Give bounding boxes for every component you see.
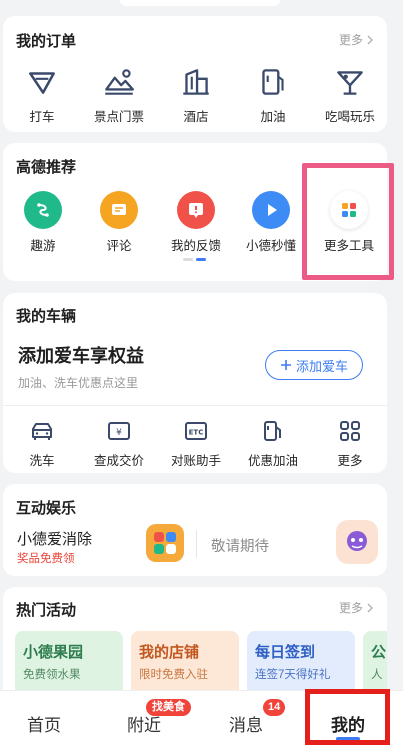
entertainment-card: 互动娱乐 小德爱消除 奖品免费领 敬请期待 (3, 484, 387, 576)
orders-more-link[interactable]: 更多 (339, 31, 375, 48)
activity-subtitle: 限时免费入驻 (139, 669, 208, 681)
order-item-tickets[interactable]: 景点门票 (83, 64, 155, 125)
recommend-item-label: 小德秒懂 (245, 239, 296, 253)
order-item-label: 吃喝玩乐 (324, 110, 375, 124)
feedback-icon (177, 191, 215, 229)
scenic-mountain-icon (105, 69, 134, 95)
plus-icon (280, 360, 291, 370)
game-tag: 奖品免费领 (17, 553, 75, 565)
activity-title: 每日签到 (255, 644, 316, 661)
recommend-title: 高德推荐 (16, 159, 77, 176)
vehicle-card: 我的车辆 添加爱车享权益 加油、洗车优惠点这里 添加爱车 洗车 ¥ 查成交价 E… (3, 293, 387, 473)
fuel-discount-icon (264, 421, 281, 441)
activities-more-link[interactable]: 更多 (339, 599, 375, 616)
recommend-item-label: 我的反馈 (170, 239, 221, 253)
highlight-box-more-tools (302, 163, 394, 280)
vehicle-tool-label: 更多 (337, 454, 363, 468)
chevron-right-icon (367, 603, 373, 612)
recommend-item-trip[interactable]: 趣游 (7, 191, 79, 254)
cocktail-icon (337, 71, 363, 95)
divider (196, 530, 197, 558)
entertainment-title: 互动娱乐 (16, 500, 77, 517)
activities-more-label: 更多 (338, 601, 363, 615)
orders-title: 我的订单 (16, 33, 77, 50)
vehicle-tool-more[interactable]: 更多 (314, 417, 386, 469)
recommend-item-explainer[interactable]: 小德秒懂 (235, 191, 307, 254)
activity-title: 小德果园 (23, 644, 84, 661)
etc-icon: ETC (185, 422, 207, 440)
orders-more-label: 更多 (338, 33, 363, 47)
vehicle-tool-label: 对账助手 (170, 454, 221, 468)
recommend-item-comment[interactable]: 评论 (83, 191, 155, 254)
order-item-leisure[interactable]: 吃喝玩乐 (314, 64, 386, 125)
order-item-label: 加油 (260, 110, 286, 124)
order-item-fuel[interactable]: 加油 (237, 64, 309, 125)
taxi-flag-icon (29, 72, 55, 94)
vehicle-tool-etc[interactable]: ETC 对账助手 (160, 417, 232, 469)
order-item-label: 打车 (29, 110, 55, 124)
recommend-item-feedback[interactable]: 我的反馈 (160, 191, 232, 254)
vehicle-title: 我的车辆 (16, 308, 77, 325)
vehicle-tool-label: 洗车 (29, 454, 55, 468)
divider (3, 405, 387, 406)
vehicle-tool-fuel-discount[interactable]: 优惠加油 (237, 417, 309, 469)
recommend-item-label: 趣游 (30, 239, 56, 253)
comment-icon (100, 191, 138, 229)
nearby-badge: 找美食 (146, 699, 191, 716)
route-icon (24, 191, 62, 229)
message-count-badge: 14 (263, 699, 286, 716)
price-tag-icon: ¥ (108, 422, 130, 440)
chevron-right-icon (367, 35, 373, 44)
add-car-button[interactable]: 添加爱车 (265, 350, 363, 380)
vehicle-tool-label: 优惠加油 (247, 454, 298, 468)
tab-home[interactable]: 首页 (27, 711, 61, 736)
vehicle-subtitle: 加油、洗车优惠点这里 (18, 376, 139, 390)
vehicle-tool-label: 查成交价 (93, 454, 144, 468)
previous-card-edge (120, 0, 280, 6)
mascot-icon[interactable] (336, 520, 378, 564)
car-wash-icon (32, 423, 52, 440)
order-item-hotel[interactable]: 酒店 (160, 64, 232, 125)
order-item-label: 景点门票 (93, 110, 144, 124)
fuel-pump-icon (262, 69, 284, 95)
highlight-box-mine-tab (305, 689, 390, 745)
recommend-item-label: 评论 (106, 239, 132, 253)
order-item-label: 酒店 (183, 110, 209, 124)
svg-text:¥: ¥ (116, 428, 122, 438)
activity-subtitle: 免费领水果 (23, 669, 81, 681)
play-icon (252, 191, 290, 229)
vehicle-tool-price[interactable]: ¥ 查成交价 (83, 417, 155, 469)
hotel-building-icon (183, 69, 209, 95)
activity-subtitle: 人 (371, 669, 383, 681)
activity-subtitle: 连签7天得好礼 (255, 669, 331, 681)
activities-title: 热门活动 (16, 602, 77, 619)
add-car-label: 添加爱车 (295, 358, 348, 374)
activity-title: 我的店铺 (139, 644, 200, 661)
orders-card: 我的订单 更多 打车 景点门票 酒店 加油 吃喝玩乐 (3, 16, 387, 132)
activity-title: 公 (371, 644, 387, 661)
grid-more-icon (340, 421, 360, 441)
page-indicator (183, 258, 206, 261)
tab-messages[interactable]: 消息 (229, 711, 263, 736)
vehicle-tool-wash[interactable]: 洗车 (6, 417, 78, 469)
vehicle-headline: 添加爱车享权益 (18, 346, 144, 366)
svg-text:ETC: ETC (189, 429, 204, 437)
game-name[interactable]: 小德爱消除 (17, 528, 92, 549)
coming-soon-text: 敬请期待 (211, 539, 269, 555)
order-item-taxi[interactable]: 打车 (6, 64, 78, 125)
game-icon[interactable] (146, 524, 184, 562)
